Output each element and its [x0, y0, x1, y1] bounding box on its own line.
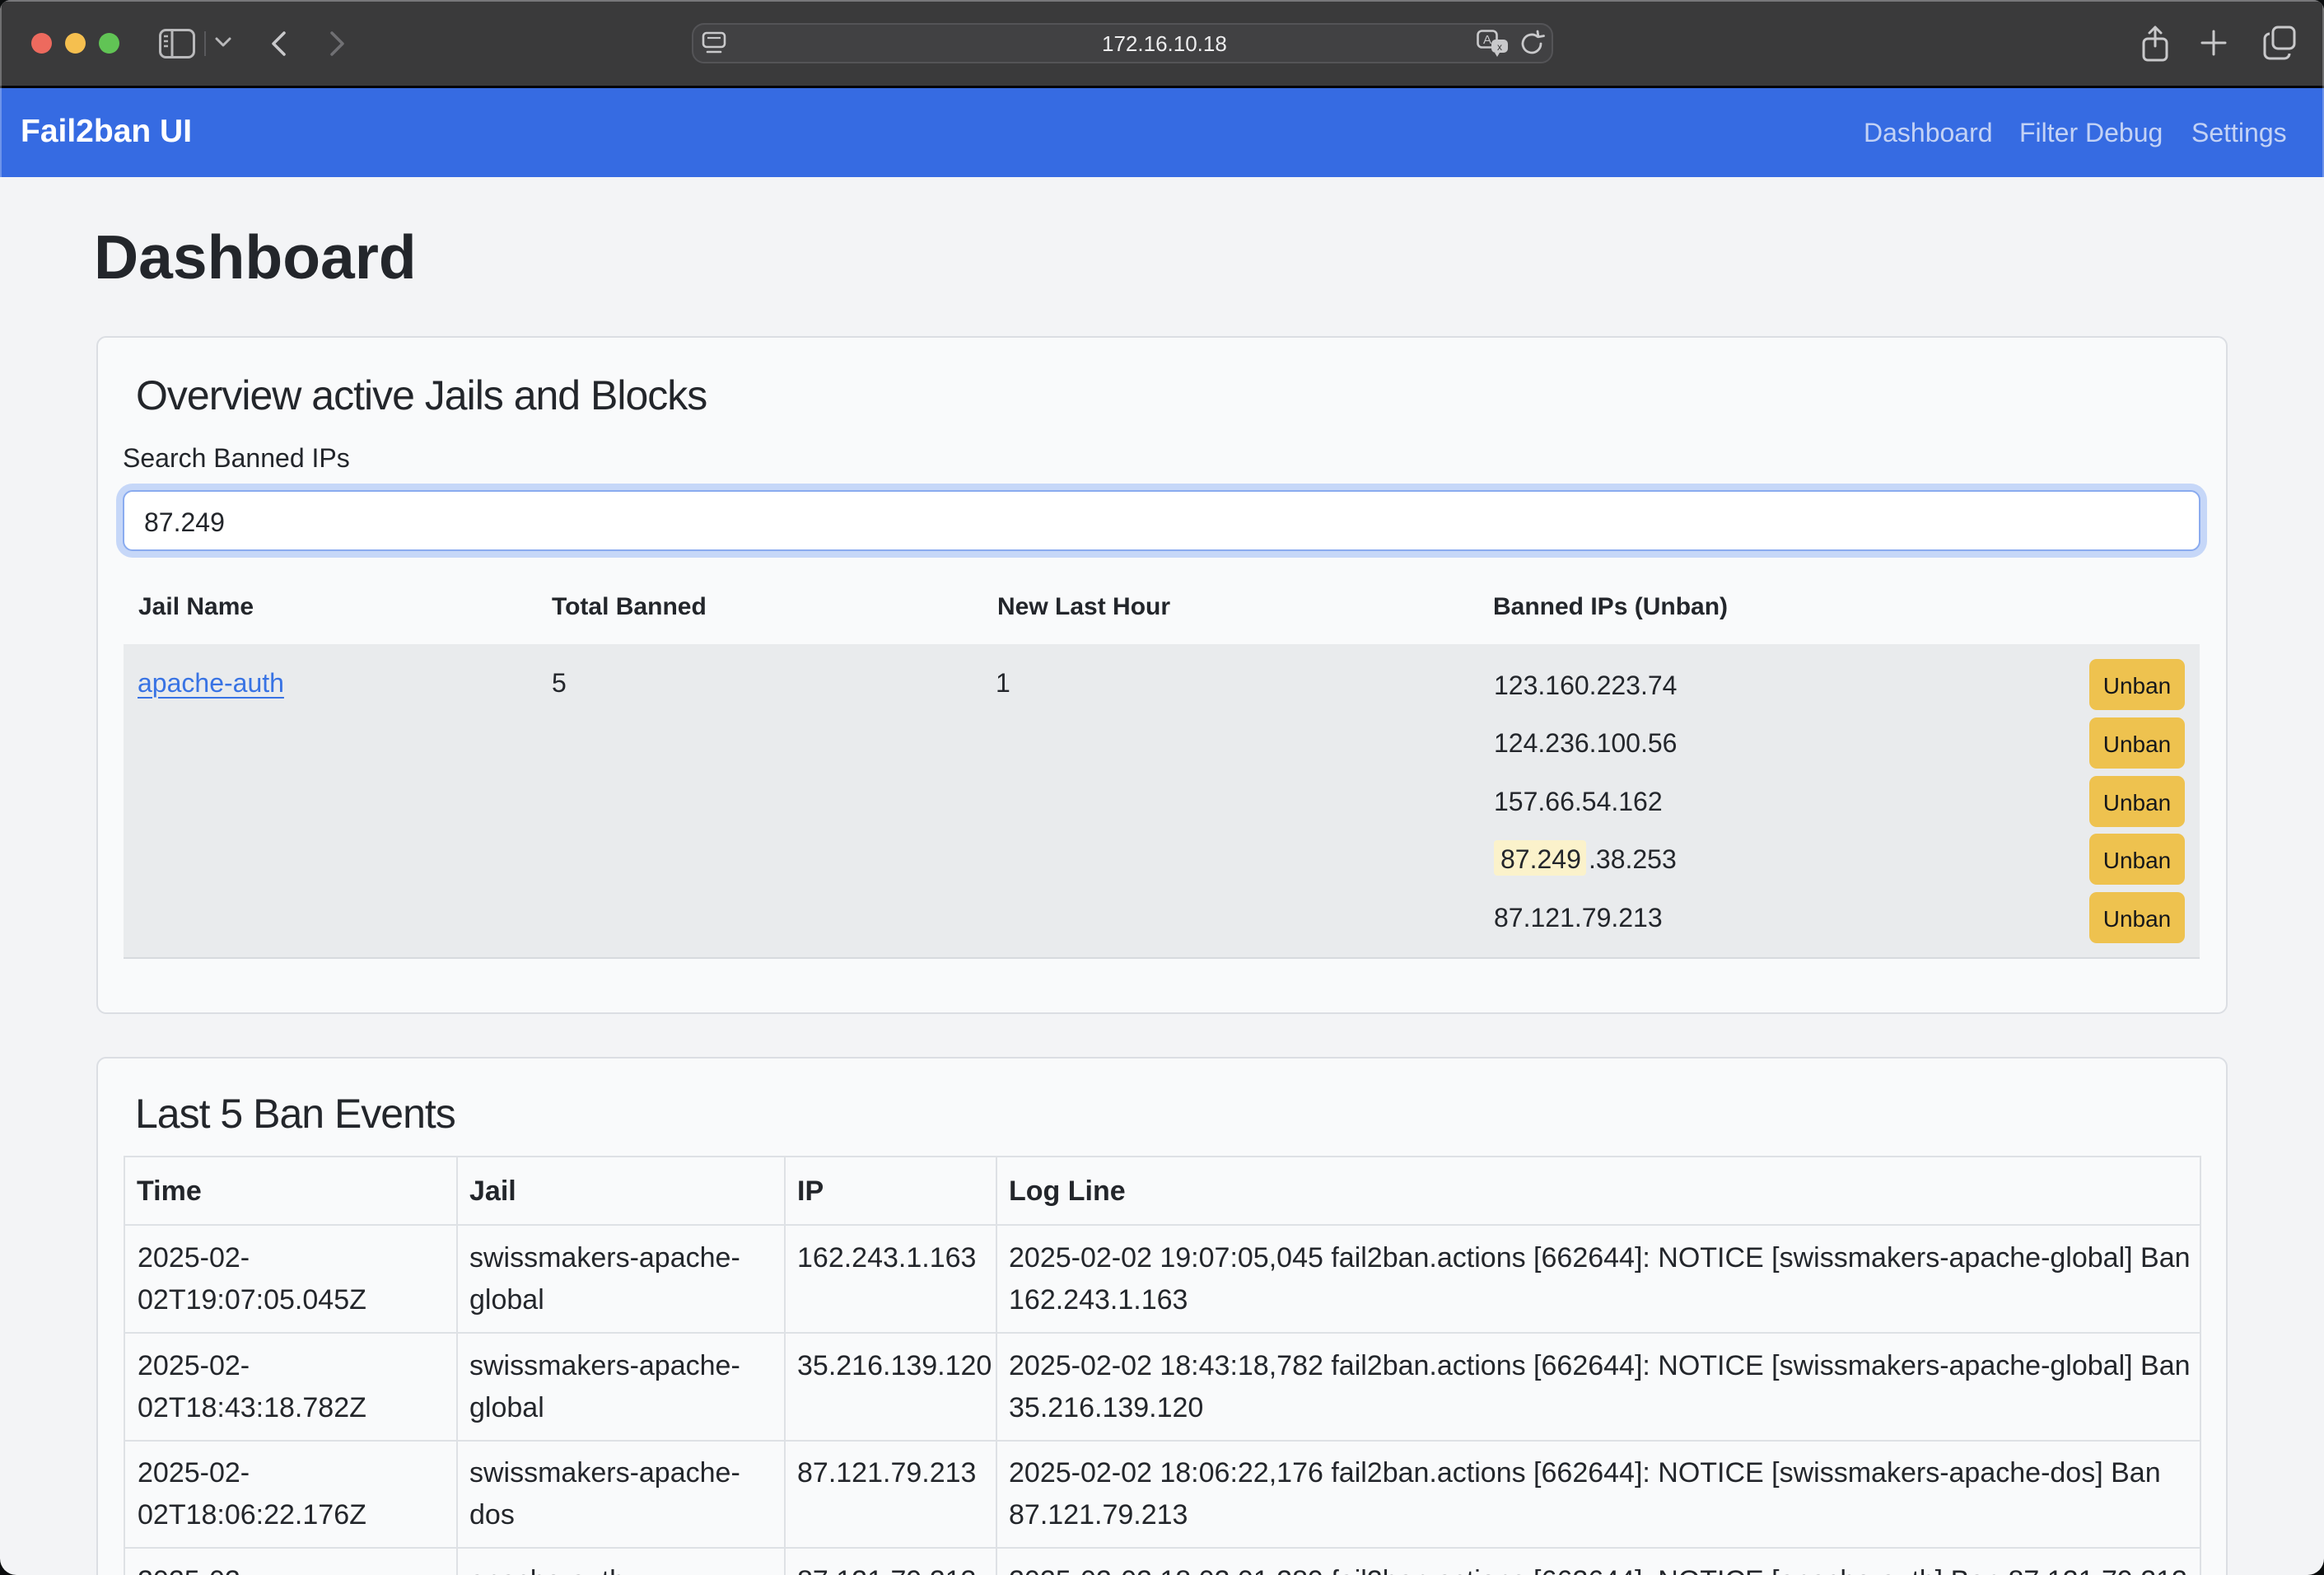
svg-text:A: A — [1483, 33, 1491, 47]
svg-text:x: x — [1497, 41, 1502, 53]
